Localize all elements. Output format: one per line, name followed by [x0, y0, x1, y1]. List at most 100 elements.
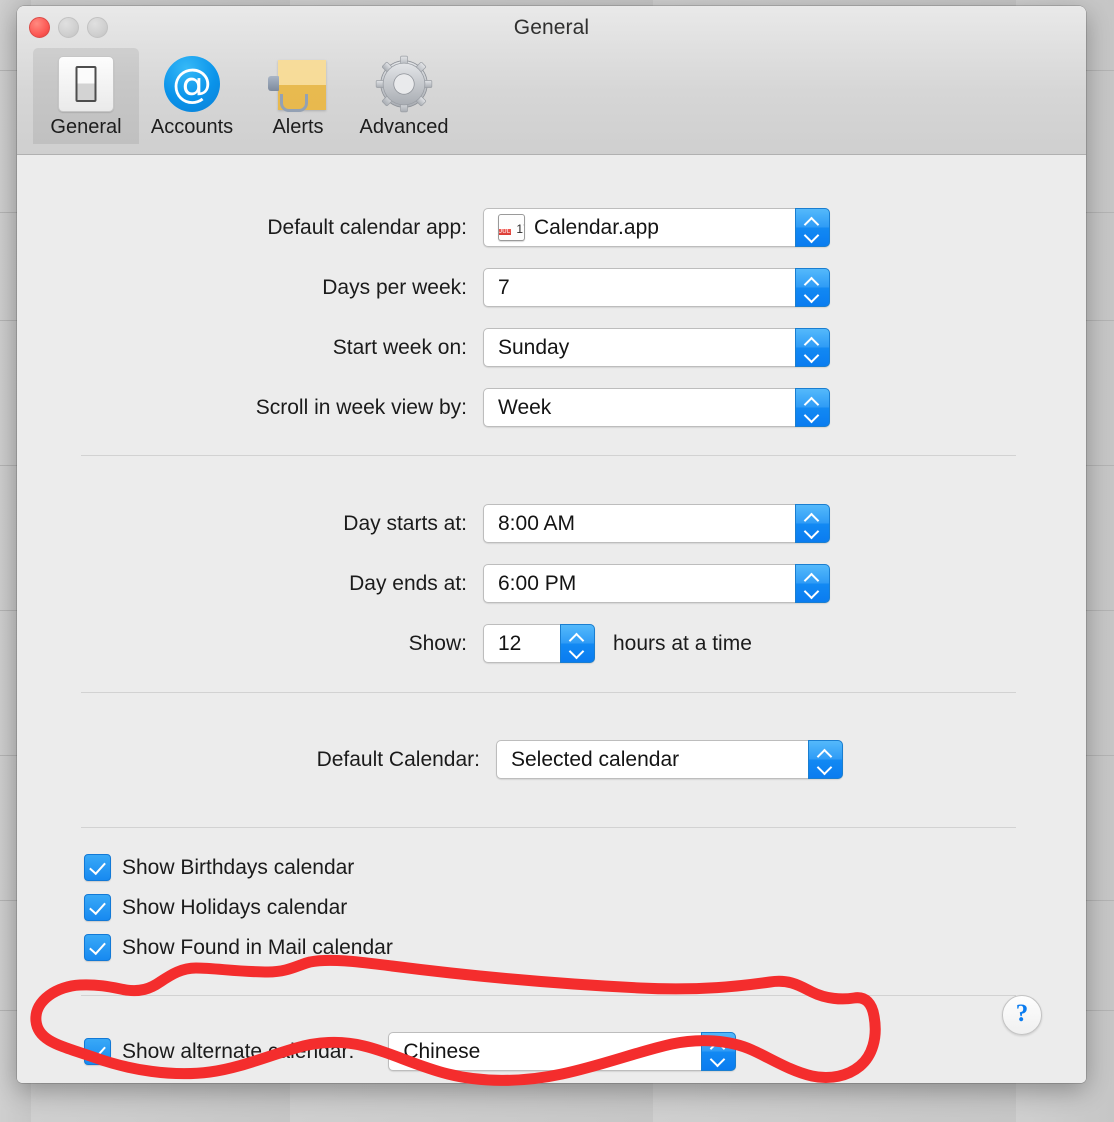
chevron-down-icon	[711, 1054, 726, 1063]
megaphone-icon	[245, 54, 351, 114]
tab-accounts-label: Accounts	[150, 116, 234, 138]
row-show-alternate-calendar: Show alternate calendar: Chinese	[84, 1032, 737, 1071]
chevron-up-icon	[805, 277, 820, 286]
chevron-up-icon	[711, 1041, 726, 1050]
popup-days-per-week-value: 7	[498, 275, 510, 299]
popup-default-calendar-app-value: JUL 17 Calendar.app	[484, 214, 659, 241]
numfield-hours-at-a-time[interactable]: 12	[483, 624, 595, 663]
popup-alternate-calendar[interactable]: Chinese	[388, 1032, 737, 1071]
stepper-day-ends-at[interactable]	[795, 564, 830, 603]
checkbox-indicator[interactable]	[84, 934, 111, 961]
checkbox-show-birthdays[interactable]: Show Birthdays calendar	[84, 854, 354, 881]
checkbox-indicator[interactable]	[84, 854, 111, 881]
checkbox-show-birthdays-label: Show Birthdays calendar	[122, 855, 355, 879]
stepper-hours-at-a-time[interactable]	[560, 624, 595, 663]
stepper-day-starts-at[interactable]	[795, 504, 830, 543]
preferences-window: General General @ Accounts Alerts Advanc…	[17, 6, 1086, 1083]
chevron-up-icon	[818, 749, 833, 758]
chevron-up-icon	[805, 397, 820, 406]
label-day-starts-at: Day starts at:	[343, 511, 467, 535]
popup-default-calendar-app[interactable]: JUL 17 Calendar.app	[483, 208, 830, 247]
calendar-icon-month: JUL	[499, 229, 511, 235]
checkbox-show-found-in-mail[interactable]: Show Found in Mail calendar	[84, 934, 393, 961]
divider-4	[81, 995, 1016, 996]
gear-icon	[351, 54, 457, 114]
tab-alerts-label: Alerts	[272, 116, 324, 138]
popup-value-text: Calendar.app	[534, 215, 659, 239]
stepper-start-week-on[interactable]	[795, 328, 830, 367]
popup-days-per-week[interactable]: 7	[483, 268, 830, 307]
popup-default-calendar-value: Selected calendar	[511, 747, 680, 771]
label-start-week-on: Start week on:	[332, 335, 467, 359]
divider-2	[81, 692, 1016, 693]
popup-alternate-calendar-value: Chinese	[403, 1039, 481, 1063]
chevron-down-icon	[805, 350, 820, 359]
toolbar-tabs: General @ Accounts Alerts Advanced	[33, 48, 457, 144]
chevron-down-icon	[805, 290, 820, 299]
checkbox-indicator[interactable]	[84, 894, 111, 921]
chevron-down-icon	[805, 230, 820, 239]
chevron-up-icon	[805, 337, 820, 346]
numfield-hours-value: 12	[498, 631, 522, 655]
label-scroll-in-week-view: Scroll in week view by:	[255, 395, 467, 419]
label-default-calendar-app: Default calendar app:	[267, 215, 467, 239]
tab-advanced[interactable]: Advanced	[351, 48, 457, 144]
calendar-icon-day: 17	[516, 222, 524, 236]
stepper-default-calendar[interactable]	[808, 740, 843, 779]
popup-day-starts-at-value: 8:00 AM	[498, 511, 576, 535]
popup-scroll-in-week-view[interactable]: Week	[483, 388, 830, 427]
stepper-alternate-calendar[interactable]	[701, 1032, 737, 1071]
stepper-days-per-week[interactable]	[795, 268, 830, 307]
row-start-week-on: Start week on: Sunday	[205, 328, 830, 367]
chevron-down-icon	[818, 762, 833, 771]
stepper-default-calendar-app[interactable]	[795, 208, 830, 247]
tab-general-label: General	[50, 116, 122, 138]
popup-day-ends-at[interactable]: 6:00 PM	[483, 564, 830, 603]
label-show-hours: Show:	[408, 631, 467, 655]
chevron-down-icon	[570, 646, 585, 655]
switch-icon	[33, 54, 139, 114]
chevron-down-icon	[805, 586, 820, 595]
tab-alerts[interactable]: Alerts	[245, 48, 351, 144]
window-title: General	[513, 16, 590, 39]
general-settings-pane: Default calendar app: JUL 17 Calendar.ap…	[17, 155, 1086, 1083]
popup-day-ends-at-value: 6:00 PM	[498, 571, 577, 595]
tab-accounts[interactable]: @ Accounts	[139, 48, 245, 144]
label-hours-suffix: hours at a time	[613, 631, 752, 655]
checkbox-show-found-in-mail-label: Show Found in Mail calendar	[122, 935, 393, 959]
popup-default-calendar[interactable]: Selected calendar	[496, 740, 843, 779]
row-day-starts-at: Day starts at: 8:00 AM	[205, 504, 830, 543]
checkbox-show-alternate-calendar[interactable]	[84, 1038, 111, 1065]
popup-day-starts-at[interactable]: 8:00 AM	[483, 504, 830, 543]
chevron-down-icon	[805, 526, 820, 535]
chevron-up-icon	[805, 573, 820, 582]
row-show-hours: Show: 12 hours at a time	[205, 624, 752, 663]
label-day-ends-at: Day ends at:	[349, 571, 467, 595]
row-days-per-week: Days per week: 7	[205, 268, 830, 307]
help-button[interactable]: ?	[1002, 995, 1042, 1035]
popup-start-week-on[interactable]: Sunday	[483, 328, 830, 367]
tab-advanced-label: Advanced	[359, 116, 449, 138]
tab-general[interactable]: General	[33, 48, 139, 144]
row-scroll-in-week-view: Scroll in week view by: Week	[205, 388, 830, 427]
chevron-down-icon	[805, 410, 820, 419]
chevron-up-icon	[805, 217, 820, 226]
window-chrome: General General @ Accounts Alerts Advanc…	[17, 6, 1086, 155]
label-days-per-week: Days per week:	[322, 275, 467, 299]
row-default-calendar-app: Default calendar app: JUL 17 Calendar.ap…	[205, 208, 830, 247]
row-default-calendar: Default Calendar: Selected calendar	[205, 740, 843, 779]
label-default-calendar: Default Calendar:	[316, 747, 480, 771]
popup-start-week-on-value: Sunday	[498, 335, 570, 359]
divider-3	[81, 827, 1016, 828]
calendar-app-icon: JUL 17	[498, 214, 525, 241]
stepper-scroll-in-week-view[interactable]	[795, 388, 830, 427]
chevron-up-icon	[805, 513, 820, 522]
popup-scroll-in-week-view-value: Week	[498, 395, 552, 419]
checkbox-show-alternate-calendar-label: Show alternate calendar:	[122, 1039, 355, 1063]
checkbox-show-holidays[interactable]: Show Holidays calendar	[84, 894, 347, 921]
at-sign-icon: @	[139, 54, 245, 114]
row-day-ends-at: Day ends at: 6:00 PM	[205, 564, 830, 603]
chevron-up-icon	[570, 633, 585, 642]
divider-1	[81, 455, 1016, 456]
checkbox-show-holidays-label: Show Holidays calendar	[122, 895, 348, 919]
